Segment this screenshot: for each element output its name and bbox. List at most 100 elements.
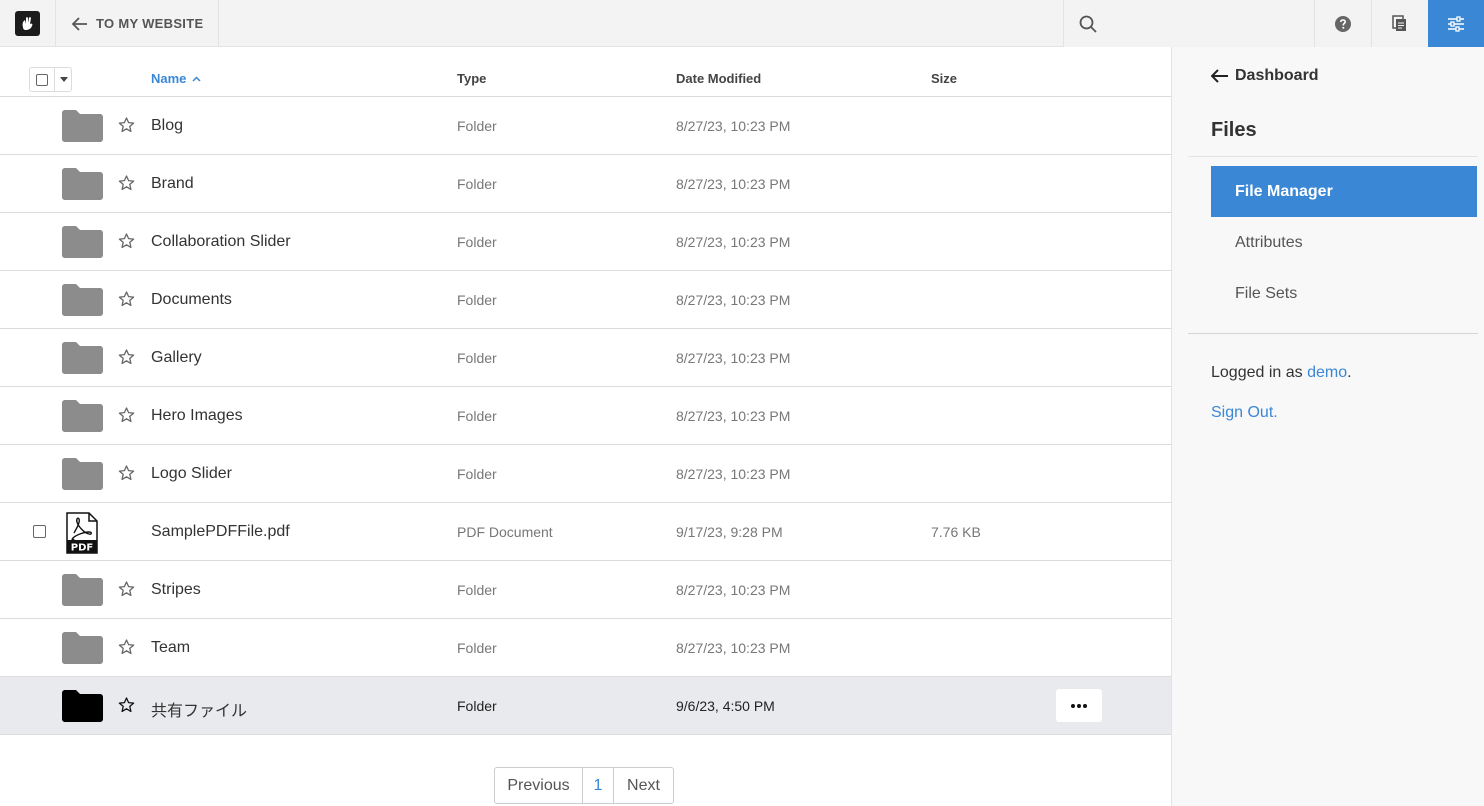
- sort-asc-icon: [192, 75, 201, 82]
- divider: [1188, 156, 1478, 157]
- file-date-modified: 8/27/23, 10:23 PM: [676, 640, 791, 656]
- help-button[interactable]: [1314, 0, 1371, 47]
- star-icon[interactable]: [118, 233, 135, 254]
- nav-file-sets[interactable]: File Sets: [1211, 268, 1477, 319]
- file-list: Name Type Date Modified Size Blog Folder 8…: [0, 47, 1171, 806]
- file-date-modified: 9/17/23, 9:28 PM: [676, 524, 783, 540]
- nav-file-manager[interactable]: File Manager: [1211, 166, 1477, 217]
- top-toolbar: TO MY WEBSITE: [0, 0, 1484, 47]
- file-size: 7.76 KB: [931, 524, 981, 540]
- column-size-header[interactable]: Size: [931, 71, 957, 86]
- file-name[interactable]: Gallery: [151, 349, 202, 367]
- file-date-modified: 9/6/23, 4:50 PM: [676, 698, 775, 714]
- caret-down-icon[interactable]: [54, 68, 72, 91]
- file-name[interactable]: Collaboration Slider: [151, 233, 291, 251]
- file-type: Folder: [457, 234, 497, 250]
- file-date-modified: 8/27/23, 10:23 PM: [676, 582, 791, 598]
- row-checkbox[interactable]: [33, 525, 46, 538]
- table-row[interactable]: Collaboration Slider Folder 8/27/23, 10:23…: [0, 213, 1171, 271]
- file-name[interactable]: Documents: [151, 291, 232, 309]
- table-row[interactable]: PDF SamplePDFFile.pdf PDF Document 9/17/23,…: [0, 503, 1171, 561]
- star-icon[interactable]: [118, 117, 135, 138]
- folder-icon: [62, 110, 103, 147]
- file-type: Folder: [457, 350, 497, 366]
- star-icon[interactable]: [118, 407, 135, 428]
- user-link[interactable]: demo: [1307, 364, 1347, 381]
- star-icon[interactable]: [118, 581, 135, 602]
- logged-in-prefix: Logged in as: [1211, 364, 1308, 381]
- star-icon[interactable]: [118, 465, 135, 486]
- sign-out-link[interactable]: Sign Out.: [1211, 404, 1278, 422]
- arrow-left-icon: [72, 16, 87, 31]
- table-row[interactable]: Brand Folder 8/27/23, 10:23 PM: [0, 155, 1171, 213]
- ellipsis-icon: [1071, 703, 1087, 708]
- sitemap-button[interactable]: [1371, 0, 1428, 47]
- file-type: Folder: [457, 176, 497, 192]
- hand-logo-icon: [15, 11, 40, 36]
- select-all-dropdown[interactable]: [29, 67, 72, 92]
- star-icon[interactable]: [118, 349, 135, 370]
- file-name[interactable]: Logo Slider: [151, 465, 232, 483]
- dashboard-label: Dashboard: [1235, 67, 1319, 84]
- star-icon[interactable]: [118, 697, 135, 718]
- table-row[interactable]: Logo Slider Folder 8/27/23, 10:23 PM: [0, 445, 1171, 503]
- table-row[interactable]: Blog Folder 8/27/23, 10:23 PM: [0, 97, 1171, 155]
- dashboard-panel: Dashboard Files File Manager Attributes …: [1171, 47, 1484, 806]
- table-row[interactable]: 共有ファイル Folder 9/6/23, 4:50 PM: [0, 677, 1171, 735]
- page-1-button[interactable]: 1: [583, 768, 614, 803]
- select-all-checkbox[interactable]: [36, 73, 48, 86]
- file-type: Folder: [457, 118, 497, 134]
- file-type: Folder: [457, 466, 497, 482]
- next-page-button[interactable]: Next: [614, 768, 673, 803]
- folder-icon: [62, 574, 103, 611]
- table-row[interactable]: Team Folder 8/27/23, 10:23 PM: [0, 619, 1171, 677]
- column-name-label: Name: [151, 71, 187, 86]
- file-date-modified: 8/27/23, 10:23 PM: [676, 292, 791, 308]
- table-row[interactable]: Stripes Folder 8/27/23, 10:23 PM: [0, 561, 1171, 619]
- file-type: Folder: [457, 582, 497, 598]
- table-row[interactable]: Gallery Folder 8/27/23, 10:23 PM: [0, 329, 1171, 387]
- star-icon[interactable]: [118, 291, 135, 312]
- svg-text:PDF: PDF: [71, 543, 93, 554]
- file-type: Folder: [457, 408, 497, 424]
- file-name[interactable]: SamplePDFFile.pdf: [151, 523, 290, 541]
- logged-in-suffix: .: [1347, 364, 1352, 381]
- table-header: Name Type Date Modified Size: [0, 47, 1171, 97]
- file-name[interactable]: Stripes: [151, 581, 201, 599]
- file-date-modified: 8/27/23, 10:23 PM: [676, 234, 791, 250]
- table-row[interactable]: Hero Images Folder 8/27/23, 10:23 PM: [0, 387, 1171, 445]
- previous-page-button[interactable]: Previous: [495, 768, 583, 803]
- file-name[interactable]: Team: [151, 639, 190, 657]
- file-date-modified: 8/27/23, 10:23 PM: [676, 350, 791, 366]
- file-name[interactable]: 共有ファイル: [151, 697, 247, 721]
- back-to-website-label: TO MY WEBSITE: [96, 16, 204, 31]
- file-name[interactable]: Blog: [151, 117, 183, 135]
- folder-icon: [62, 284, 103, 321]
- star-icon[interactable]: [118, 175, 135, 196]
- table-row[interactable]: Documents Folder 8/27/23, 10:23 PM: [0, 271, 1171, 329]
- file-type: Folder: [457, 292, 497, 308]
- file-date-modified: 8/27/23, 10:23 PM: [676, 408, 791, 424]
- file-date-modified: 8/27/23, 10:23 PM: [676, 118, 791, 134]
- pages-icon: [1392, 15, 1406, 31]
- column-type-header[interactable]: Type: [457, 71, 486, 86]
- column-date-header[interactable]: Date Modified: [676, 71, 761, 86]
- dashboard-back-link[interactable]: Dashboard: [1211, 67, 1319, 85]
- file-date-modified: 8/27/23, 10:23 PM: [676, 176, 791, 192]
- concrete-logo[interactable]: [0, 0, 56, 47]
- back-to-website-link[interactable]: TO MY WEBSITE: [56, 0, 219, 47]
- nav-attributes[interactable]: Attributes: [1211, 217, 1477, 268]
- panel-title: Files: [1211, 119, 1257, 141]
- file-name[interactable]: Brand: [151, 175, 194, 193]
- file-type: Folder: [457, 698, 497, 714]
- search-icon: [1079, 15, 1097, 33]
- search-input[interactable]: [1107, 15, 1307, 32]
- dashboard-settings-button[interactable]: [1428, 0, 1484, 47]
- more-actions-button[interactable]: [1056, 689, 1102, 722]
- search-box[interactable]: [1063, 0, 1314, 47]
- star-icon[interactable]: [118, 639, 135, 660]
- folder-icon: [62, 168, 103, 205]
- sliders-icon: [1448, 15, 1464, 32]
- column-name-header[interactable]: Name: [151, 71, 201, 86]
- file-name[interactable]: Hero Images: [151, 407, 243, 425]
